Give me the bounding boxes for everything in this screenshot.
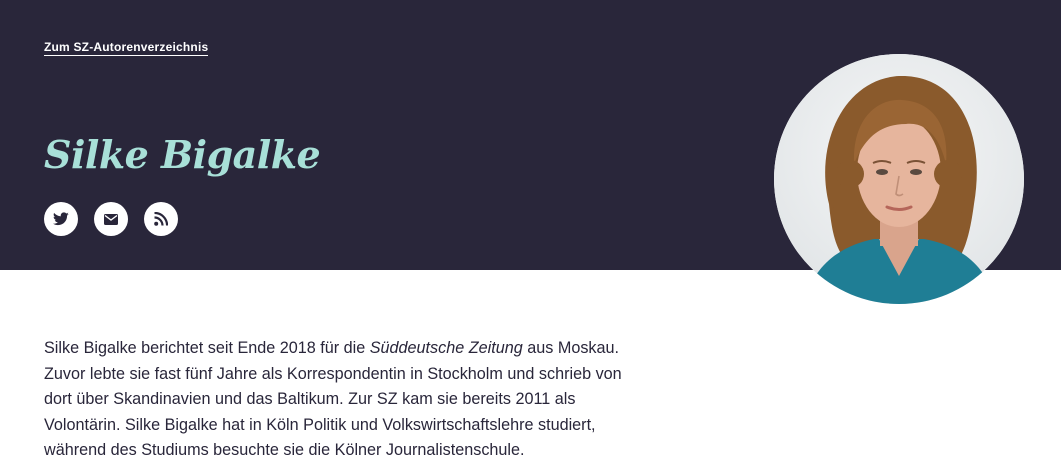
- author-directory-link[interactable]: Zum SZ-Autorenverzeichnis: [44, 40, 209, 56]
- twitter-button[interactable]: [44, 202, 78, 236]
- rss-icon: [154, 212, 168, 226]
- rss-button[interactable]: [144, 202, 178, 236]
- bio-text-start: Silke Bigalke berichtet seit Ende 2018 f…: [44, 339, 370, 357]
- mail-icon: [104, 213, 118, 225]
- author-portrait: [774, 54, 1024, 304]
- twitter-icon: [53, 212, 69, 226]
- email-button[interactable]: [94, 202, 128, 236]
- publication-name: Süddeutsche Zeitung: [369, 339, 523, 357]
- author-portrait-image: [774, 54, 1024, 304]
- author-bio: Silke Bigalke berichtet seit Ende 2018 f…: [44, 336, 644, 464]
- social-links: [44, 202, 178, 236]
- author-name: Silke Bigalke: [44, 132, 321, 177]
- bio-text-rest: aus Moskau. Zuvor lebte sie fast fünf Ja…: [44, 339, 622, 459]
